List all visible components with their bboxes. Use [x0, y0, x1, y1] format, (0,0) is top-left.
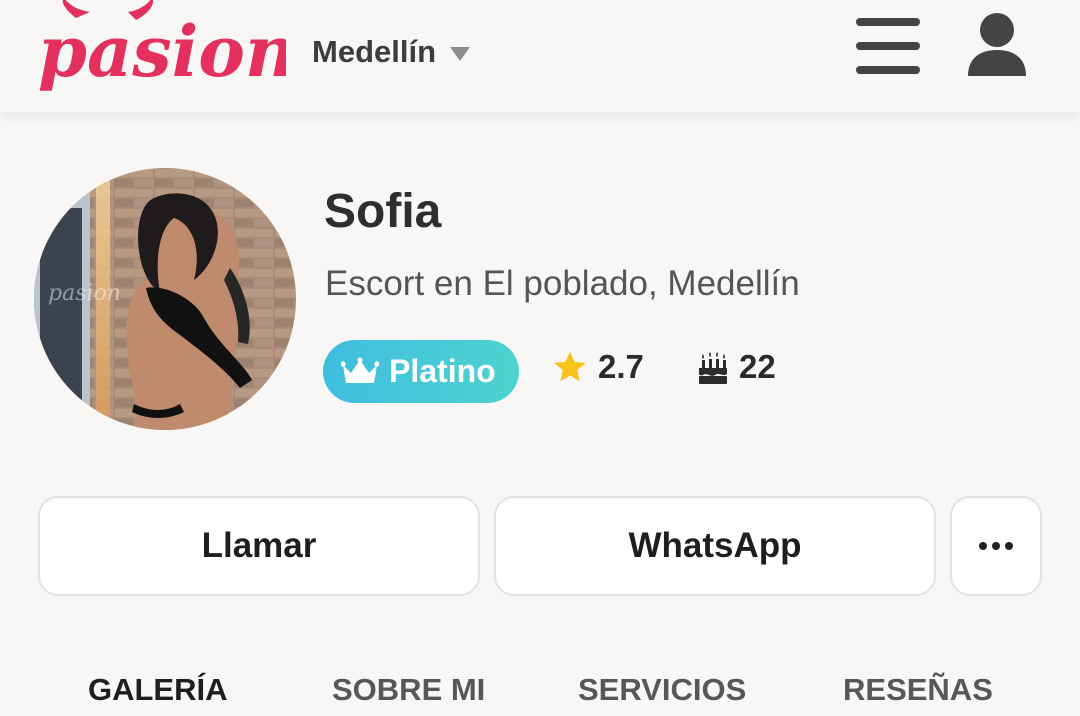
- menu-line: [856, 66, 920, 74]
- profile-subtitle: Escort en El poblado, Medellín: [325, 264, 800, 303]
- star-icon: [554, 351, 586, 382]
- menu-line: [856, 18, 920, 26]
- tab-galeria[interactable]: GALERÍA: [88, 672, 228, 708]
- profile-name: Sofia: [324, 185, 442, 238]
- city-selector[interactable]: Medellín: [312, 34, 471, 70]
- photo-watermark: pasion: [48, 281, 121, 306]
- hamburger-menu-button[interactable]: [856, 16, 922, 76]
- tab-servicios[interactable]: SERVICIOS: [578, 672, 746, 708]
- caret-down-icon: [450, 47, 471, 61]
- user-icon[interactable]: [966, 12, 1028, 78]
- age-stat: 22: [697, 348, 776, 386]
- profile-photo[interactable]: pasion: [34, 168, 296, 430]
- tab-sobre-mi[interactable]: SOBRE MI: [332, 672, 485, 708]
- platino-badge: Platino: [323, 340, 519, 403]
- rating-value: 2.7: [598, 348, 644, 385]
- age-value: 22: [739, 348, 776, 385]
- top-bar: pasion Medellín: [0, 0, 1080, 112]
- whatsapp-button[interactable]: WhatsApp: [494, 496, 936, 596]
- profile-tabs: GALERÍA SOBRE MI SERVICIOS RESEÑAS: [0, 672, 1080, 716]
- rating-stat: 2.7: [552, 348, 644, 386]
- call-button-label: Llamar: [201, 526, 317, 565]
- crown-icon: [341, 356, 379, 383]
- tab-resenas[interactable]: RESEÑAS: [843, 672, 993, 708]
- more-dots-icon: [979, 542, 1013, 550]
- pasion-logo[interactable]: pasion: [36, 0, 286, 100]
- more-options-button[interactable]: [950, 496, 1042, 596]
- logo-wordmark: pasion: [38, 10, 286, 93]
- call-button[interactable]: Llamar: [38, 496, 480, 596]
- city-label: Medellín: [312, 34, 437, 69]
- menu-line: [856, 42, 920, 50]
- whatsapp-button-label: WhatsApp: [628, 526, 802, 565]
- birthday-cake-icon: [699, 352, 727, 384]
- badge-label: Platino: [389, 353, 496, 389]
